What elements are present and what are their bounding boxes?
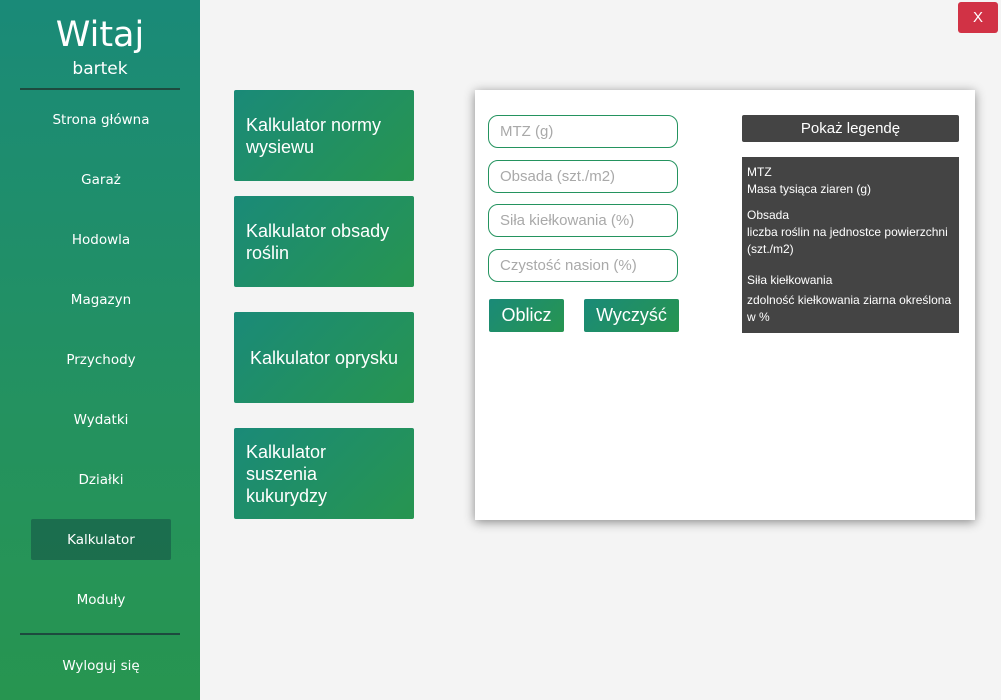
sidebar-item-label: Magazyn	[70, 291, 132, 308]
sidebar-item-fields[interactable]: Działki	[31, 459, 171, 500]
username-label: bartek	[72, 59, 128, 79]
sidebar-item-label: Przychody	[66, 351, 136, 368]
tile-label: Kalkulator suszenia kukurydzy	[246, 441, 328, 506]
sidebar-item-label: Strona główna	[52, 111, 150, 128]
logout-button[interactable]: Wyloguj się	[31, 645, 171, 686]
legend-mtz-title: MTZ	[747, 165, 772, 179]
legend-mtz-desc: Masa tysiąca ziaren (g)	[747, 182, 872, 196]
sidebar-item-home[interactable]: Strona główna	[31, 99, 171, 140]
sidebar-item-label: Kalkulator	[67, 531, 135, 548]
sidebar-item-label: Moduły	[76, 591, 126, 608]
sidebar-item-label: Działki	[78, 471, 124, 488]
legend-density-desc: liczba roślin na jednostce powierzchni (…	[747, 225, 948, 256]
tile-label: Kalkulator normy wysiewu	[246, 114, 382, 157]
sidebar-item-label: Garaż	[81, 171, 121, 188]
sidebar-item-label: Hodowla	[71, 231, 131, 248]
sidebar-item-expenses[interactable]: Wydatki	[31, 399, 171, 440]
tile-spray-calculator[interactable]: Kalkulator oprysku	[234, 312, 414, 403]
legend-germination-desc: zdolność kiełkowania ziarna określona w …	[747, 293, 952, 324]
calculate-button[interactable]: Oblicz	[489, 299, 564, 332]
purity-input[interactable]	[488, 249, 678, 282]
tile-label: Kalkulator obsady roślin	[246, 220, 390, 263]
germination-input[interactable]	[488, 204, 678, 237]
sidebar-item-warehouse[interactable]: Magazyn	[31, 279, 171, 320]
sidebar-item-label: Wydatki	[73, 411, 129, 428]
sidebar: Witaj bartek Strona główna Garaż Hodowla…	[0, 0, 200, 700]
tile-plant-density-calculator[interactable]: Kalkulator obsady roślin	[234, 196, 414, 287]
sidebar-item-modules[interactable]: Moduły	[31, 579, 171, 620]
tile-corn-drying-calculator[interactable]: Kalkulator suszenia kukurydzy	[234, 428, 414, 519]
legend-germination-title: Siła kiełkowania	[747, 273, 833, 287]
sidebar-divider-bottom	[20, 633, 180, 635]
sidebar-item-breeding[interactable]: Hodowla	[31, 219, 171, 260]
sidebar-item-income[interactable]: Przychody	[31, 339, 171, 380]
close-button[interactable]: X	[958, 2, 998, 33]
legend-density-title: Obsada	[747, 208, 790, 222]
sidebar-item-garage[interactable]: Garaż	[31, 159, 171, 200]
sidebar-divider-top	[20, 88, 180, 90]
tile-seeding-norm-calculator[interactable]: Kalkulator normy wysiewu	[234, 90, 414, 181]
logout-label: Wyloguj się	[62, 657, 140, 674]
mtz-input[interactable]	[488, 115, 678, 148]
legend-box: MTZ Masa tysiąca ziaren (g) Obsada liczb…	[742, 157, 959, 333]
show-legend-button[interactable]: Pokaż legendę	[742, 115, 959, 142]
welcome-title: Witaj	[55, 15, 145, 55]
sidebar-item-calculator[interactable]: Kalkulator	[31, 519, 171, 560]
density-input[interactable]	[488, 160, 678, 193]
tile-label: Kalkulator oprysku	[249, 347, 399, 368]
clear-button[interactable]: Wyczyść	[584, 299, 679, 332]
calculator-panel: Oblicz Wyczyść Pokaż legendę MTZ Masa ty…	[475, 90, 975, 520]
